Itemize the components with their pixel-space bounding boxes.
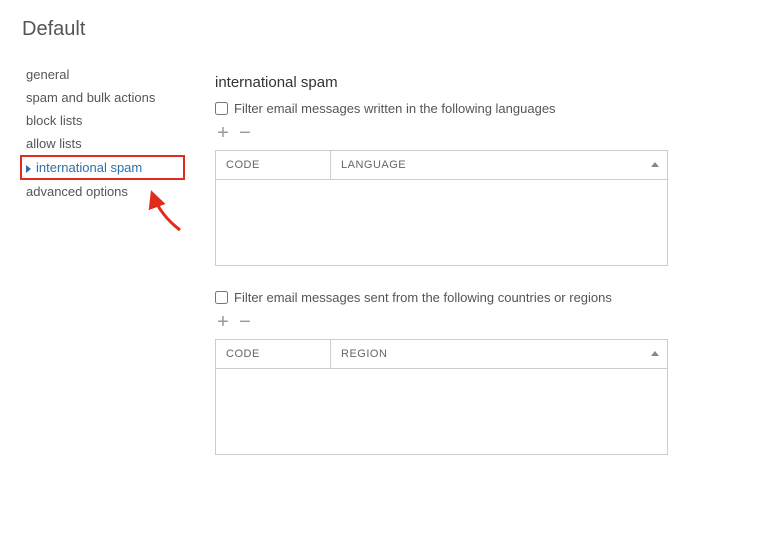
sidebar-item-general[interactable]: general — [20, 63, 185, 86]
remove-region-button[interactable]: − — [237, 315, 253, 329]
add-region-button[interactable]: + — [215, 315, 231, 329]
regions-col-code[interactable]: CODE — [216, 340, 331, 368]
languages-col-language-label: LANGUAGE — [341, 159, 406, 171]
regions-table-body — [216, 369, 667, 454]
filter-languages-label: Filter email messages written in the fol… — [234, 101, 556, 116]
filter-languages-checkbox[interactable] — [215, 102, 228, 115]
regions-col-region-label: REGION — [341, 348, 387, 360]
sidebar-item-international-spam[interactable]: international spam — [20, 155, 185, 180]
filter-regions-row: Filter email messages sent from the foll… — [215, 290, 743, 305]
sidebar-item-advanced-options[interactable]: advanced options — [20, 180, 185, 203]
regions-table: CODE REGION — [215, 339, 668, 455]
regions-col-region[interactable]: REGION — [331, 340, 667, 368]
sort-asc-icon — [651, 162, 659, 167]
languages-col-code[interactable]: CODE — [216, 151, 331, 179]
regions-table-header: CODE REGION — [216, 340, 667, 369]
sidebar-item-spam-bulk[interactable]: spam and bulk actions — [20, 86, 185, 109]
nav-list: general spam and bulk actions block list… — [20, 63, 185, 203]
sidebar-item-block-lists[interactable]: block lists — [20, 109, 185, 132]
regions-toolbar: + − — [215, 315, 743, 329]
filter-languages-row: Filter email messages written in the fol… — [215, 101, 743, 116]
sidebar-item-label: international spam — [36, 160, 142, 175]
languages-table: CODE LANGUAGE — [215, 150, 668, 266]
sidebar-item-allow-lists[interactable]: allow lists — [20, 132, 185, 155]
filter-regions-checkbox[interactable] — [215, 291, 228, 304]
sort-asc-icon — [651, 351, 659, 356]
remove-language-button[interactable]: − — [237, 126, 253, 140]
section-title: international spam — [215, 74, 743, 91]
main-panel: international spam Filter email messages… — [215, 18, 743, 479]
languages-col-language[interactable]: LANGUAGE — [331, 151, 667, 179]
add-language-button[interactable]: + — [215, 126, 231, 140]
languages-toolbar: + − — [215, 126, 743, 140]
sidebar: Default general spam and bulk actions bl… — [20, 18, 185, 479]
page-title: Default — [20, 18, 185, 41]
caret-right-icon — [26, 165, 31, 173]
languages-table-header: CODE LANGUAGE — [216, 151, 667, 180]
filter-regions-label: Filter email messages sent from the foll… — [234, 290, 612, 305]
languages-table-body — [216, 180, 667, 265]
